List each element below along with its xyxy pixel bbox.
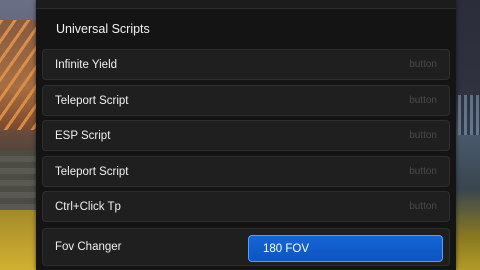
game-background-right: [452, 0, 480, 270]
script-label: Teleport Script: [55, 165, 129, 178]
panel-top-edge: [36, 0, 456, 9]
building-window: [458, 95, 480, 135]
fov-changer-row: Fov Changer 180 FOV: [42, 228, 450, 266]
script-hub-panel: Universal Scripts Infinite Yield button …: [36, 0, 456, 270]
stone-wall: [0, 150, 40, 210]
script-label: Ctrl+Click Tp: [55, 200, 121, 213]
button-hint: button: [409, 59, 437, 70]
section-header: Universal Scripts: [44, 14, 448, 44]
script-button-teleport-script-2[interactable]: Teleport Script button: [42, 156, 450, 187]
section-title: Universal Scripts: [56, 22, 150, 36]
game-viewport: Universal Scripts Infinite Yield button …: [0, 0, 480, 270]
script-button-teleport-script[interactable]: Teleport Script button: [42, 85, 450, 116]
fov-input[interactable]: 180 FOV: [248, 235, 443, 262]
button-hint: button: [409, 201, 437, 212]
script-label: Teleport Script: [55, 94, 129, 107]
script-button-esp-script[interactable]: ESP Script button: [42, 120, 450, 151]
script-button-infinite-yield[interactable]: Infinite Yield button: [42, 49, 450, 80]
script-label: Infinite Yield: [55, 58, 118, 71]
ground: [0, 210, 40, 270]
button-hint: button: [409, 130, 437, 141]
button-hint: button: [409, 95, 437, 106]
wooden-deck: [0, 20, 40, 130]
script-button-ctrl-click-tp[interactable]: Ctrl+Click Tp button: [42, 191, 450, 222]
script-label: ESP Script: [55, 129, 111, 142]
game-background-left: [0, 0, 40, 270]
button-hint: button: [409, 166, 437, 177]
